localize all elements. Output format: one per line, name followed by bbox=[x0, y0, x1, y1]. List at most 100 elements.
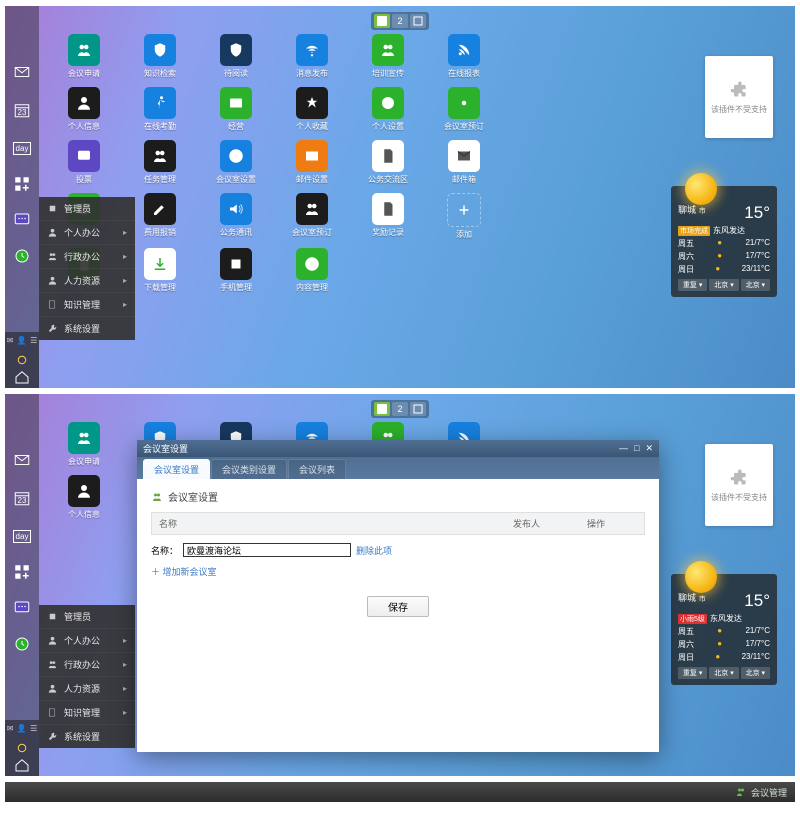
app-tile[interactable]: 培训宣传 bbox=[367, 34, 409, 79]
sound-icon[interactable] bbox=[11, 742, 33, 754]
app-label: 手机管理 bbox=[220, 282, 252, 293]
app-tile[interactable]: 下载管理 bbox=[139, 248, 181, 293]
app-tile[interactable]: 个人信息 bbox=[63, 475, 105, 520]
menu-item[interactable]: 行政办公▸ bbox=[39, 653, 135, 677]
app-tile[interactable]: 在线报表 bbox=[443, 34, 485, 79]
add-room-link[interactable]: ＋ 增加新会议室 bbox=[151, 565, 645, 578]
sidebar-bottom bbox=[5, 348, 39, 388]
sound-icon[interactable] bbox=[11, 354, 33, 366]
tab-meeting-list[interactable]: 会议列表 bbox=[288, 459, 346, 479]
app-label: 会议室预订 bbox=[444, 121, 484, 132]
wifi-icon bbox=[296, 34, 328, 66]
app-tile[interactable]: 知识检索 bbox=[139, 34, 181, 79]
menu-item[interactable]: 人力资源▸ bbox=[39, 677, 135, 701]
grid-add-icon[interactable] bbox=[11, 175, 33, 193]
tab-room-settings[interactable]: 会议室设置 bbox=[143, 459, 210, 479]
app-tile[interactable]: 手机管理 bbox=[215, 248, 257, 293]
window-titlebar[interactable]: 会议室设置 — □ ✕ bbox=[137, 440, 659, 457]
taskbar-app-label[interactable]: 会议管理 bbox=[751, 786, 787, 799]
app-tile[interactable]: 费用报销 bbox=[139, 193, 181, 240]
close-icon[interactable]: ✕ bbox=[645, 443, 653, 454]
app-tile[interactable]: 添加 bbox=[443, 193, 485, 240]
menu-item[interactable]: 管理员 bbox=[39, 197, 135, 221]
calendar-icon[interactable]: 23 bbox=[11, 487, 33, 509]
menu-item[interactable]: 个人办公▸ bbox=[39, 629, 135, 653]
grid-add-icon[interactable] bbox=[11, 563, 33, 581]
app-tile[interactable]: 公务通讯 bbox=[215, 193, 257, 240]
home-icon[interactable] bbox=[11, 371, 33, 383]
app-tile[interactable]: 奖励记录 bbox=[367, 193, 409, 240]
weather-select[interactable]: 北京 ▾ bbox=[741, 279, 770, 291]
app-label: 邮件箱 bbox=[452, 174, 476, 185]
app-label: 个人设置 bbox=[372, 121, 404, 132]
pager-3[interactable] bbox=[410, 402, 426, 416]
taskbar-app-icon[interactable] bbox=[735, 786, 747, 798]
app-tile[interactable]: 邮件设置 bbox=[291, 140, 333, 185]
app-tile[interactable]: 在线考勤 bbox=[139, 87, 181, 132]
weather-select[interactable]: 重复 ▾ bbox=[678, 667, 707, 679]
weather-select[interactable]: 北京 ▾ bbox=[741, 667, 770, 679]
app-tile[interactable]: 邮件箱 bbox=[443, 140, 485, 185]
day-icon[interactable]: day bbox=[11, 527, 33, 545]
app-tile[interactable]: 会议室设置 bbox=[215, 140, 257, 185]
pager-2[interactable]: 2 bbox=[392, 14, 408, 28]
pager-1[interactable] bbox=[374, 402, 390, 416]
app-tile[interactable]: 会议室预订 bbox=[291, 193, 333, 240]
app-tile[interactable]: 个人设置 bbox=[367, 87, 409, 132]
room-name-input[interactable] bbox=[183, 543, 351, 557]
app-tile[interactable]: 经营 bbox=[215, 87, 257, 132]
app-tile[interactable]: 个人信息 bbox=[63, 87, 105, 132]
menu-item[interactable]: 管理员 bbox=[39, 605, 135, 629]
app-tile[interactable]: 消息发布 bbox=[291, 34, 333, 79]
app-label: 培训宣传 bbox=[372, 68, 404, 79]
mail-icon[interactable] bbox=[11, 63, 33, 81]
tab-category-settings[interactable]: 会议类别设置 bbox=[211, 459, 287, 479]
fav-icon bbox=[296, 87, 328, 119]
chat-icon[interactable] bbox=[11, 211, 33, 229]
app-tile[interactable]: 会议室预订 bbox=[443, 87, 485, 132]
minimize-icon[interactable]: — bbox=[619, 443, 628, 454]
save-button[interactable]: 保存 bbox=[367, 596, 429, 617]
time-icon[interactable] bbox=[11, 635, 33, 653]
menu-item[interactable]: 个人办公▸ bbox=[39, 221, 135, 245]
puzzle-icon bbox=[729, 467, 749, 487]
pager-2[interactable]: 2 bbox=[392, 402, 408, 416]
menu-item[interactable]: 知识管理▸ bbox=[39, 701, 135, 725]
day-icon[interactable]: day bbox=[11, 139, 33, 157]
menu-item[interactable]: 人力资源▸ bbox=[39, 269, 135, 293]
shield-icon bbox=[144, 34, 176, 66]
user-icon bbox=[68, 87, 100, 119]
home-icon[interactable] bbox=[11, 759, 33, 771]
app-tile[interactable]: 会议申请 bbox=[63, 422, 105, 467]
mail-icon[interactable] bbox=[11, 451, 33, 469]
app-tile[interactable]: 待阅读 bbox=[215, 34, 257, 79]
sun-icon bbox=[685, 173, 717, 205]
weather-select[interactable]: 北京 ▾ bbox=[709, 279, 738, 291]
menu-item[interactable]: 系统设置 bbox=[39, 725, 135, 748]
weather-select[interactable]: 重复 ▾ bbox=[678, 279, 707, 291]
calendar-icon[interactable]: 23 bbox=[11, 99, 33, 121]
weather-widget[interactable]: 聊城 市15° 市场完成东风发达 周五●21/7°C周六●17/7°C周日●23… bbox=[671, 186, 777, 297]
app-tile[interactable]: 内容管理 bbox=[291, 248, 333, 293]
app-tile[interactable]: 个人收藏 bbox=[291, 87, 333, 132]
app-tile[interactable]: 任务管理 bbox=[139, 140, 181, 185]
app-tile[interactable]: 会议申请 bbox=[63, 34, 105, 79]
weather-widget[interactable]: 聊城 市15° 小雨5级东风发达 周五●21/7°C周六●17/7°C周日●23… bbox=[671, 574, 777, 685]
menu-item[interactable]: 行政办公▸ bbox=[39, 245, 135, 269]
menu-item[interactable]: 知识管理▸ bbox=[39, 293, 135, 317]
pager-3[interactable] bbox=[410, 14, 426, 28]
delete-link[interactable]: 删除此项 bbox=[356, 544, 392, 557]
chat-icon[interactable] bbox=[11, 599, 33, 617]
app-label: 邮件设置 bbox=[296, 174, 328, 185]
time-icon[interactable] bbox=[11, 247, 33, 265]
card-icon bbox=[220, 87, 252, 119]
app-label: 公务通讯 bbox=[220, 227, 252, 238]
weather-select[interactable]: 北京 ▾ bbox=[709, 667, 738, 679]
forecast-row: 周六●17/7°C bbox=[678, 639, 770, 650]
menu-item[interactable]: 系统设置 bbox=[39, 317, 135, 340]
pager-1[interactable] bbox=[374, 14, 390, 28]
app-tile[interactable]: 公务交流区 bbox=[367, 140, 409, 185]
app-label: 待阅读 bbox=[224, 68, 248, 79]
maximize-icon[interactable]: □ bbox=[634, 443, 639, 454]
app-tile[interactable]: 投票 bbox=[63, 140, 105, 185]
